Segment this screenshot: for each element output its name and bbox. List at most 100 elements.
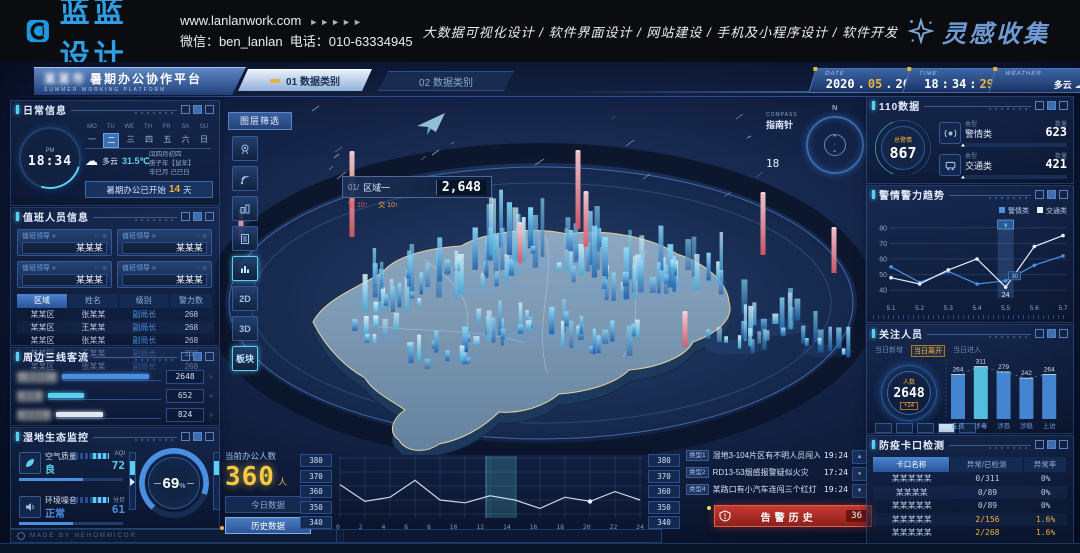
phone-label: 电话：010-63334945 (290, 34, 413, 49)
platform-title: 暑期办公协作平台 (90, 70, 202, 87)
checkpoint-header-cell[interactable]: 异常率 (1024, 457, 1067, 472)
window-controls[interactable] (1035, 190, 1068, 199)
checkpoint-table-header[interactable]: 卡口名称异常/已检测异常率 (873, 457, 1067, 472)
weekday-cn[interactable]: 四 (142, 133, 156, 148)
checkpoint-row[interactable]: 某某某某某0/3110% (873, 472, 1067, 486)
chevron-icon: » (209, 412, 213, 419)
weekday-row-cn[interactable]: 一二三四五六日 (85, 133, 211, 148)
checkpoint-table-rows: 某某某某某0/3110%某某某某0/890%某某某某某0/890%某某某某某2/… (867, 472, 1073, 540)
weekday-cn[interactable]: 六 (179, 133, 193, 148)
layer-tool-板块[interactable]: 板块 (232, 346, 258, 371)
y-tick: 350 (300, 501, 332, 514)
svg-text:311: 311 (976, 359, 987, 366)
window-controls[interactable] (181, 212, 214, 221)
gauge-value: 867 (889, 144, 916, 162)
weekday-cn[interactable]: 二 (103, 133, 119, 148)
duty-leader-card[interactable]: 值班领导»⋯ ⊗ 某某某 (17, 261, 112, 288)
focus-count-value: 2648 (893, 386, 924, 401)
checkpoint-row[interactable]: 某某某某某2/2681.6% (873, 526, 1067, 540)
screenshot-root: 蓝蓝设计 www.lanlanwork.com►►►►► 微信：ben_lanl… (0, 0, 1080, 553)
duty-table-row[interactable]: 某某区张某某副局长268 (17, 308, 213, 321)
alert-row[interactable]: 类型1 湿地3-104片区有不明人员闯入 19:24 (686, 448, 848, 462)
svg-text:5.3: 5.3 (944, 305, 953, 312)
type-name: 交通类 (965, 159, 992, 172)
alert-row[interactable]: 类型2 RD13-53烟感报警疑似火灾 17:24 (686, 465, 848, 479)
chevron-icon: » (209, 393, 213, 400)
date-label: DATE (824, 71, 845, 77)
weekday-cn[interactable]: 一 (85, 133, 99, 148)
flow-line-label: 某某线 (17, 372, 57, 383)
window-controls[interactable] (1035, 440, 1068, 449)
clock-widget: PM 18:34 (19, 127, 81, 189)
svg-text:5.7: 5.7 (1058, 305, 1067, 312)
layer-tool-camera-icon[interactable] (232, 136, 258, 161)
tick-strip (873, 315, 1067, 319)
topbar-tabs: 01 数据类别 02 数据类别 (238, 69, 514, 91)
alert-history-count: 36 (846, 510, 867, 522)
duty-leader-card[interactable]: 值班领导»⋯ ⊗ 某某某 (17, 229, 112, 256)
inspiration-collect[interactable]: 灵感收集 (908, 14, 1050, 49)
weekday-cn[interactable]: 日 (197, 133, 211, 148)
type-name: 警情类 (965, 127, 992, 140)
compass-dial[interactable]: N ⌃·⌄ (806, 116, 864, 174)
compass-label-cn: 指南针 (766, 118, 798, 131)
duty-table-row[interactable]: 某某区张某某副局长268 (17, 334, 213, 347)
air-value: 72 (112, 459, 125, 472)
duty-table-header[interactable]: 区域姓名级别警力数 (17, 294, 213, 308)
weekday-cn[interactable]: 五 (160, 133, 174, 148)
window-controls[interactable] (181, 432, 214, 441)
layer-tool-3D[interactable]: 3D (232, 316, 258, 341)
window-controls[interactable] (1035, 101, 1068, 110)
checkpoint-header-cell[interactable]: 异常/已检测 (950, 457, 1024, 472)
svg-text:5.4: 5.4 (972, 305, 981, 312)
topbar-tab-1[interactable]: 01 数据类别 (238, 69, 372, 91)
panel-police-trend: 警情警力趋势 警情类交通类 8070605040∨30245.15.25.35.… (866, 185, 1074, 323)
window-controls[interactable] (181, 105, 214, 114)
checkpoint-row[interactable]: 某某某某0/890% (873, 486, 1067, 500)
scroll-down-icon[interactable]: ▼ (852, 484, 867, 498)
compass-north-label: N (832, 105, 837, 112)
focus-count-label: 人数 (903, 377, 915, 386)
history-data-button[interactable]: 历史数据 (225, 517, 311, 534)
duty-leader-card[interactable]: 值班领导»⋯ ⊗ 某某某 (117, 261, 212, 288)
focus-tab[interactable]: 当日离开 (911, 345, 945, 357)
svg-text:70: 70 (879, 241, 887, 248)
checkpoint-row[interactable]: 某某某某某0/890% (873, 499, 1067, 513)
layer-filter-title: 图层筛选 (228, 112, 292, 130)
layer-tool-bars-icon[interactable] (232, 256, 258, 281)
y-tick: 380 (300, 454, 332, 467)
checkpoint-header-cell[interactable]: 卡口名称 (873, 457, 950, 472)
alert-row[interactable]: 类型4 某路口有小汽车连闯三个红灯 19:24 (686, 482, 848, 496)
panel-title: 值班人员信息 (23, 209, 89, 224)
speaker-icon (19, 496, 41, 518)
window-controls[interactable] (1035, 329, 1068, 338)
gauge-slider-right[interactable] (213, 452, 220, 510)
layer-tool-building-icon[interactable] (232, 196, 258, 221)
weather-text: 多云 (102, 156, 118, 167)
flow-line-label: 某某线 (17, 410, 51, 421)
weekday-cn[interactable]: 三 (124, 133, 138, 148)
layer-tool-2D[interactable]: 2D (232, 286, 258, 311)
checkpoint-row[interactable]: 某某某某某2/1561.6% (873, 513, 1067, 527)
y-tick: 350 (648, 501, 680, 514)
today-data-button[interactable]: 今日数据 (225, 496, 311, 513)
website-link[interactable]: www.lanlanwork.com (180, 13, 301, 28)
alert-history-label: 告警历史 (731, 509, 846, 524)
alert-history-button[interactable]: 告警历史 36 (714, 505, 872, 527)
services-list: 大数据可视化设计 / 软件界面设计 / 网站建设 / 手机及小程序设计 / 软件… (413, 22, 908, 41)
focus-tab[interactable]: 当日新增 (875, 345, 903, 357)
layer-tool-signal-icon[interactable] (232, 166, 258, 191)
tooltip-sub-values: 警 10↑交 10↑ (342, 198, 492, 212)
duty-table-row[interactable]: 某某区王某某副局长268 (17, 321, 213, 334)
compass-down-arrow-icon[interactable]: ⌄ (832, 148, 838, 154)
layer-tool-document-icon[interactable] (232, 226, 258, 251)
duty-leader-card[interactable]: 值班领导»⋯ ⊗ 某某某 (117, 229, 212, 256)
window-controls[interactable] (181, 352, 214, 361)
time-hour: 18 (924, 77, 938, 91)
weekday-en: SA (178, 124, 192, 130)
scroll-up-icon[interactable]: ▲ (852, 450, 867, 464)
tooltip-value: 2,648 (436, 180, 486, 195)
topbar-tab-2[interactable]: 02 数据类别 (378, 71, 514, 91)
weekday-en: MO (85, 124, 99, 130)
y-tick: 370 (648, 470, 680, 483)
